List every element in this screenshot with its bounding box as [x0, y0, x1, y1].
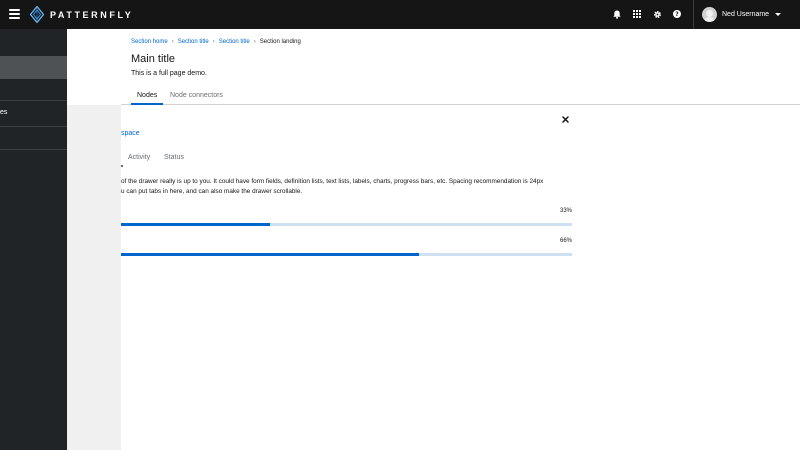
sidebar: es: [0, 29, 67, 450]
page-title: Main title: [131, 53, 176, 65]
progress-fill: [121, 223, 270, 226]
chevron-right-icon: ›: [253, 38, 256, 45]
patternfly-logo-icon: [30, 6, 44, 23]
masthead-divider: [693, 0, 694, 29]
caret-down-icon: [775, 13, 782, 16]
gear-icon[interactable]: [651, 8, 663, 20]
progress-value: 33%: [559, 208, 572, 214]
progress-bar: [121, 253, 572, 256]
brand-logo[interactable]: PATTERNFLY: [30, 5, 133, 24]
user-menu-toggle[interactable]: Ned Username: [702, 6, 782, 23]
user-name: Ned Username: [722, 11, 770, 18]
menu-toggle-icon[interactable]: [9, 9, 20, 19]
page-backdrop: [67, 105, 121, 450]
sidebar-item[interactable]: [0, 127, 67, 150]
drawer-tab-status[interactable]: Status: [164, 154, 184, 161]
sidebar-item-es[interactable]: es: [0, 102, 67, 125]
breadcrumb-link-home[interactable]: Section home: [131, 39, 168, 45]
progress-fill: [121, 253, 419, 256]
drawer-body-line: of the drawer really is up to you. It co…: [121, 178, 544, 185]
svg-text:?: ?: [675, 11, 679, 18]
breadcrumb-link-section[interactable]: Section title: [178, 39, 209, 45]
drawer-panel: [121, 105, 800, 450]
drawer-title-link[interactable]: space: [121, 130, 140, 137]
sidebar-divider: [0, 149, 67, 150]
drawer-body-line: u can put tabs in here, and can also mak…: [121, 188, 303, 195]
avatar: [702, 7, 717, 22]
sidebar-item-label: es: [0, 109, 8, 116]
close-icon[interactable]: [561, 115, 570, 124]
sidebar-item-active[interactable]: [0, 56, 67, 79]
progress-value: 66%: [559, 238, 572, 244]
breadcrumb-link-section[interactable]: Section title: [219, 39, 250, 45]
breadcrumb: Section home › Section title › Section t…: [131, 37, 301, 46]
chevron-right-icon: ›: [212, 38, 215, 45]
bell-icon[interactable]: [611, 8, 623, 20]
drawer-body-text: of the drawer really is up to you. It co…: [121, 177, 571, 197]
progress-bar: [121, 223, 572, 226]
breadcrumb-current: Section landing: [259, 38, 301, 45]
tab-bar: Nodes Node connectors: [121, 88, 800, 105]
tab-nodes[interactable]: Nodes: [137, 92, 157, 99]
tab-node-connectors[interactable]: Node connectors: [170, 92, 223, 99]
brand-name: PATTERNFLY: [50, 9, 134, 20]
page-subtitle: This is a full page demo.: [131, 70, 207, 77]
chevron-right-icon: ›: [171, 38, 174, 45]
masthead: PATTERNFLY ? Ned Username: [0, 0, 800, 29]
drawer-tab-active-indicator: [121, 165, 123, 167]
sidebar-divider: [0, 100, 67, 101]
help-icon[interactable]: ?: [671, 8, 683, 20]
grid-icon[interactable]: [631, 8, 643, 20]
drawer-tab-activity[interactable]: Activity: [128, 154, 150, 161]
